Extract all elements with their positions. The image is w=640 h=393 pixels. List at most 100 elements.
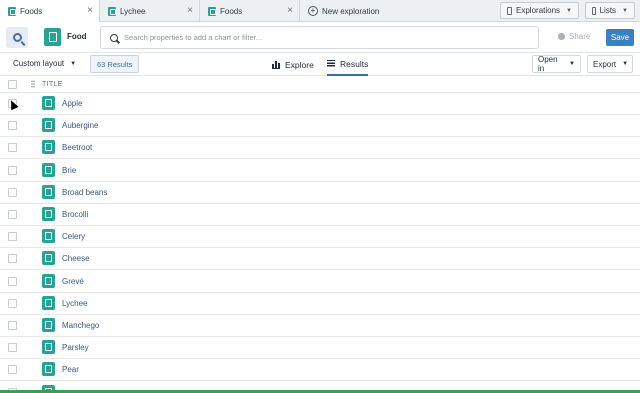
tab-new-exploration[interactable]: + New exploration (300, 0, 384, 22)
tab-foods[interactable]: Foods × (0, 0, 100, 22)
row-checkbox[interactable] (8, 321, 17, 330)
row-checkbox[interactable] (8, 254, 17, 264)
chevron-down-icon: ▼ (622, 7, 628, 14)
row-title-link[interactable]: Apple (62, 99, 82, 108)
document-icon (42, 340, 55, 355)
column-header-title[interactable]: TITLE (42, 81, 63, 88)
results-table: TITLE Apple Aubergine Beetroot Brie Broad be… (0, 76, 640, 393)
open-in-dropdown[interactable]: Open in ▼ (532, 55, 581, 73)
open-in-label: Open in (538, 55, 558, 73)
table-row[interactable]: Beetroot (0, 137, 640, 160)
explorations-button[interactable]: Explorations ▼ (500, 2, 579, 19)
results-count-badge[interactable]: 63 Results (90, 55, 140, 73)
row-title-link[interactable]: Cheese (62, 254, 90, 263)
document-icon (42, 162, 55, 177)
table-row[interactable]: Pear (0, 359, 640, 382)
explore-icon[interactable] (6, 27, 28, 48)
row-checkbox[interactable] (8, 232, 17, 242)
row-checkbox[interactable] (8, 121, 17, 131)
row-title-link[interactable]: Lychee (62, 299, 88, 308)
document-icon (8, 6, 16, 16)
row-title-link[interactable]: Manchego (62, 321, 99, 330)
row-title-link[interactable]: Beetroot (62, 143, 92, 152)
row-title-link[interactable]: Brocolli (62, 210, 88, 219)
document-icon (42, 229, 55, 244)
document-icon (42, 140, 55, 155)
row-checkbox[interactable] (8, 187, 17, 197)
table-row[interactable]: Manchego (0, 315, 640, 337)
tab-label: Lychee (120, 6, 146, 16)
row-title-link[interactable]: Celery (62, 232, 85, 241)
table-row[interactable]: Cheese (0, 248, 640, 271)
row-title-link[interactable]: Aubergine (62, 121, 98, 130)
lists-icon (592, 6, 596, 15)
save-button[interactable]: Save (606, 29, 634, 46)
table-row[interactable]: Lychee (0, 293, 640, 315)
document-icon (42, 295, 55, 310)
document-icon (42, 118, 55, 133)
tab-lychee[interactable]: Lychee × (100, 0, 200, 22)
document-icon (208, 6, 216, 16)
person-icon (558, 33, 565, 40)
row-checkbox[interactable] (8, 210, 17, 219)
chevron-down-icon: ▼ (70, 60, 77, 67)
row-checkbox[interactable] (8, 165, 17, 175)
tab-label: Explore (285, 59, 314, 70)
results-toolbar: Custom layout ▼ 63 Results Explore Resul… (0, 53, 640, 76)
tab-explore[interactable]: Explore (272, 53, 314, 76)
tab-results[interactable]: Results (327, 53, 369, 76)
table-row[interactable]: Apple (0, 93, 640, 115)
table-row[interactable]: Brocolli (0, 204, 640, 226)
tab-label: Foods (20, 6, 43, 16)
tab-bar: Foods × Lychee × Foods × + New explorati… (0, 0, 640, 22)
row-checkbox[interactable] (8, 298, 17, 308)
table-row[interactable]: Aubergine (0, 115, 640, 138)
document-icon (108, 6, 116, 16)
search-icon (110, 33, 118, 42)
explorations-icon (507, 6, 513, 15)
table-row[interactable]: Brie (0, 160, 640, 182)
plus-icon: + (308, 6, 318, 16)
row-checkbox[interactable] (8, 343, 17, 353)
document-icon (42, 96, 55, 110)
close-icon[interactable]: × (187, 5, 193, 17)
document-icon (42, 251, 55, 266)
table-row[interactable]: Celery (0, 226, 640, 249)
row-title-link[interactable]: Parsley (62, 343, 89, 352)
lists-label: Lists (599, 6, 617, 15)
search-input[interactable]: Search properties to add a chart or filt… (100, 26, 539, 49)
share-label: Share (569, 32, 591, 41)
row-checkbox[interactable] (8, 276, 17, 286)
search-placeholder: Search properties to add a chart or filt… (124, 33, 262, 42)
row-checkbox[interactable] (8, 143, 17, 153)
explorations-label: Explorations (516, 6, 561, 15)
table-row[interactable]: Parsley (0, 337, 640, 360)
lists-button[interactable]: Lists ▼ (585, 2, 635, 19)
export-dropdown[interactable]: Export ▼ (587, 55, 633, 73)
close-icon[interactable]: × (87, 5, 93, 17)
tab-label: Foods (220, 6, 243, 16)
row-title-link[interactable]: Broad beans (62, 188, 107, 197)
bar-chart-icon (272, 60, 280, 69)
row-title-link[interactable]: Grevé (62, 277, 84, 286)
tab-foods-2[interactable]: Foods × (200, 0, 300, 22)
row-title-link[interactable]: Brie (62, 166, 76, 175)
table-header: TITLE (0, 76, 640, 93)
object-type-label: Food (67, 32, 87, 41)
document-icon (42, 273, 55, 288)
table-row[interactable]: Grevé (0, 271, 640, 293)
list-icon (327, 59, 335, 68)
share-button[interactable]: Share (558, 32, 590, 41)
layout-dropdown[interactable]: Custom layout ▼ (13, 59, 76, 68)
row-checkbox[interactable] (8, 365, 17, 375)
close-icon[interactable]: × (287, 5, 293, 17)
drag-handle-icon[interactable] (31, 80, 35, 88)
search-row: Food Search properties to add a chart or… (0, 22, 640, 53)
document-icon (42, 207, 55, 221)
table-row[interactable]: Broad beans (0, 182, 640, 204)
tab-label: Results (340, 58, 369, 69)
select-all-checkbox[interactable] (8, 80, 17, 89)
export-label: Export (593, 59, 617, 69)
document-icon (42, 362, 55, 377)
row-title-link[interactable]: Pear (62, 365, 79, 374)
